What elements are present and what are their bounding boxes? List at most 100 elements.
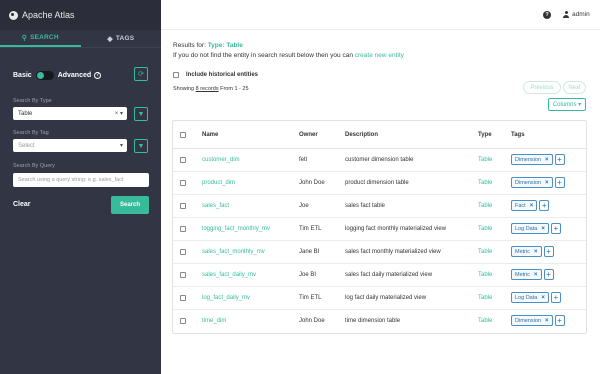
row-checkbox[interactable] <box>180 180 186 186</box>
remove-tag-icon[interactable]: × <box>530 203 534 209</box>
not-found-hint: If you do not find the entity in search … <box>173 52 404 59</box>
tag-chip-label: Metric <box>515 271 530 278</box>
row-checkbox[interactable] <box>180 318 186 324</box>
remove-tag-icon[interactable]: × <box>545 318 549 324</box>
entity-type-link[interactable]: Table <box>478 295 492 301</box>
add-tag-button[interactable]: + <box>543 246 554 257</box>
historical-checkbox[interactable] <box>173 72 179 78</box>
next-button[interactable]: Next <box>563 81 586 94</box>
table-row[interactable]: logging_fact_monthly_mv Tim ETL logging fa… <box>173 218 586 241</box>
tag-chip[interactable]: Dimension × <box>511 154 553 165</box>
search-button[interactable]: Search <box>111 196 149 214</box>
entity-name-link[interactable]: sales_fact <box>202 203 229 209</box>
tag-chip-label: Log Data <box>515 225 538 232</box>
entity-type-link[interactable]: Table <box>478 272 492 278</box>
tag-filter-button[interactable]: ▼ <box>134 139 148 153</box>
remove-tag-icon[interactable]: × <box>541 226 545 232</box>
clear-icon[interactable]: × <box>115 111 119 117</box>
remove-tag-icon[interactable]: × <box>534 272 538 278</box>
remove-tag-icon[interactable]: × <box>545 157 549 163</box>
entity-type-link[interactable]: Table <box>478 226 492 232</box>
remove-tag-icon[interactable]: × <box>545 180 549 186</box>
records-link[interactable]: 8 records <box>196 86 219 92</box>
help-icon[interactable]: ? <box>543 11 551 19</box>
row-checkbox[interactable] <box>180 272 186 278</box>
chevron-down-icon[interactable]: ▾ <box>120 142 123 149</box>
entity-tags: Log Data × + <box>511 223 561 234</box>
tab-search[interactable]: ⚲ SEARCH <box>0 30 81 47</box>
add-tag-button[interactable]: + <box>543 269 554 280</box>
user-menu[interactable]: admin <box>563 11 590 18</box>
col-tags[interactable]: Tags <box>511 132 525 138</box>
entity-name-link[interactable]: time_dim <box>202 318 226 324</box>
row-checkbox[interactable] <box>180 203 186 209</box>
table-row[interactable]: product_dim John Doe product dimension tab… <box>173 172 586 195</box>
tab-tags[interactable]: ◆ TAGS <box>81 30 162 47</box>
help-icon[interactable]: ? <box>94 71 102 79</box>
tag-chip-label: Fact <box>515 202 526 209</box>
entity-type-link[interactable]: Table <box>478 249 492 255</box>
table-row[interactable]: sales_fact_daily_mv Joe BI sales fact dail… <box>173 264 586 287</box>
table-row[interactable]: sales_fact Joe sales fact table Table Fact × + <box>173 195 586 218</box>
type-select-controls: × ▾ <box>115 110 123 117</box>
tag-chip[interactable]: Dimension × <box>511 177 553 188</box>
entity-type-link[interactable]: Table <box>478 157 492 163</box>
entity-type-link[interactable]: Table <box>478 180 492 186</box>
add-tag-button[interactable]: + <box>554 154 565 165</box>
entity-name-link[interactable]: product_dim <box>202 180 235 186</box>
columns-button[interactable]: Columns ▾ <box>548 98 586 111</box>
entity-name-link[interactable]: logging_fact_monthly_mv <box>202 226 270 232</box>
tag-chip[interactable]: Fact × <box>511 200 538 211</box>
tag-chip[interactable]: Metric × <box>511 269 542 280</box>
row-checkbox[interactable] <box>180 249 186 255</box>
create-entity-link[interactable]: create new entity <box>355 52 404 59</box>
clear-button[interactable]: Clear <box>13 201 31 208</box>
row-checkbox[interactable] <box>180 226 186 232</box>
entity-type-link[interactable]: Table <box>478 203 492 209</box>
entity-description: sales fact table <box>345 203 386 209</box>
entity-name-link[interactable]: log_fact_daily_mv <box>202 295 250 301</box>
type-select[interactable]: Table × ▾ <box>13 107 127 120</box>
entity-name-link[interactable]: customer_dim <box>202 157 240 163</box>
table-row[interactable]: customer_dim fetl customer dimension table… <box>173 149 586 172</box>
mode-toggle[interactable] <box>35 70 54 80</box>
tag-chip[interactable]: Metric × <box>511 246 542 257</box>
add-tag-button[interactable]: + <box>539 200 550 211</box>
search-by-query-label: Search By Query <box>13 163 55 169</box>
entity-tags: Dimension × + <box>511 154 565 165</box>
tag-chip[interactable]: Log Data × <box>511 292 549 303</box>
table-row[interactable]: sales_fact_monthly_mv Jane BI sales fact m… <box>173 241 586 264</box>
table-row[interactable]: log_fact_daily_mv Tim ETL log fact daily m… <box>173 287 586 310</box>
tag-chip-label: Dimension <box>515 317 541 324</box>
query-input[interactable]: Search using a query string: e.g. sales_… <box>13 173 149 187</box>
table-row[interactable]: time_dim John Doe time dimension table Tabl… <box>173 310 586 333</box>
add-tag-button[interactable]: + <box>554 315 565 326</box>
entity-tags: Metric × + <box>511 269 554 280</box>
col-description[interactable]: Description <box>345 132 378 138</box>
add-tag-button[interactable]: + <box>554 177 565 188</box>
entity-name-link[interactable]: sales_fact_daily_mv <box>202 272 256 278</box>
remove-tag-icon[interactable]: × <box>541 295 545 301</box>
tag-select[interactable]: Select ▾ <box>13 139 127 152</box>
col-owner[interactable]: Owner <box>299 132 318 138</box>
entity-description: product dimension table <box>345 180 409 186</box>
add-tag-button[interactable]: + <box>550 223 561 234</box>
tag-chip[interactable]: Log Data × <box>511 223 549 234</box>
add-tag-button[interactable]: + <box>550 292 561 303</box>
type-filter-button[interactable]: ▼ <box>134 107 148 121</box>
col-name[interactable]: Name <box>202 132 218 138</box>
col-type[interactable]: Type <box>478 132 492 138</box>
chevron-down-icon[interactable]: ▾ <box>120 111 123 117</box>
historical-option[interactable]: Include historical entities <box>173 72 258 78</box>
tag-chip[interactable]: Dimension × <box>511 315 553 326</box>
app-brand[interactable]: Apache Atlas <box>0 0 161 30</box>
previous-button[interactable]: Previous <box>523 81 561 94</box>
row-checkbox[interactable] <box>180 157 186 163</box>
row-checkbox[interactable] <box>180 295 186 301</box>
refresh-icon: ⟳ <box>138 71 144 78</box>
refresh-button[interactable]: ⟳ <box>134 67 148 81</box>
select-all-checkbox[interactable] <box>180 132 186 138</box>
remove-tag-icon[interactable]: × <box>534 249 538 255</box>
entity-name-link[interactable]: sales_fact_monthly_mv <box>202 249 265 255</box>
entity-type-link[interactable]: Table <box>478 318 492 324</box>
